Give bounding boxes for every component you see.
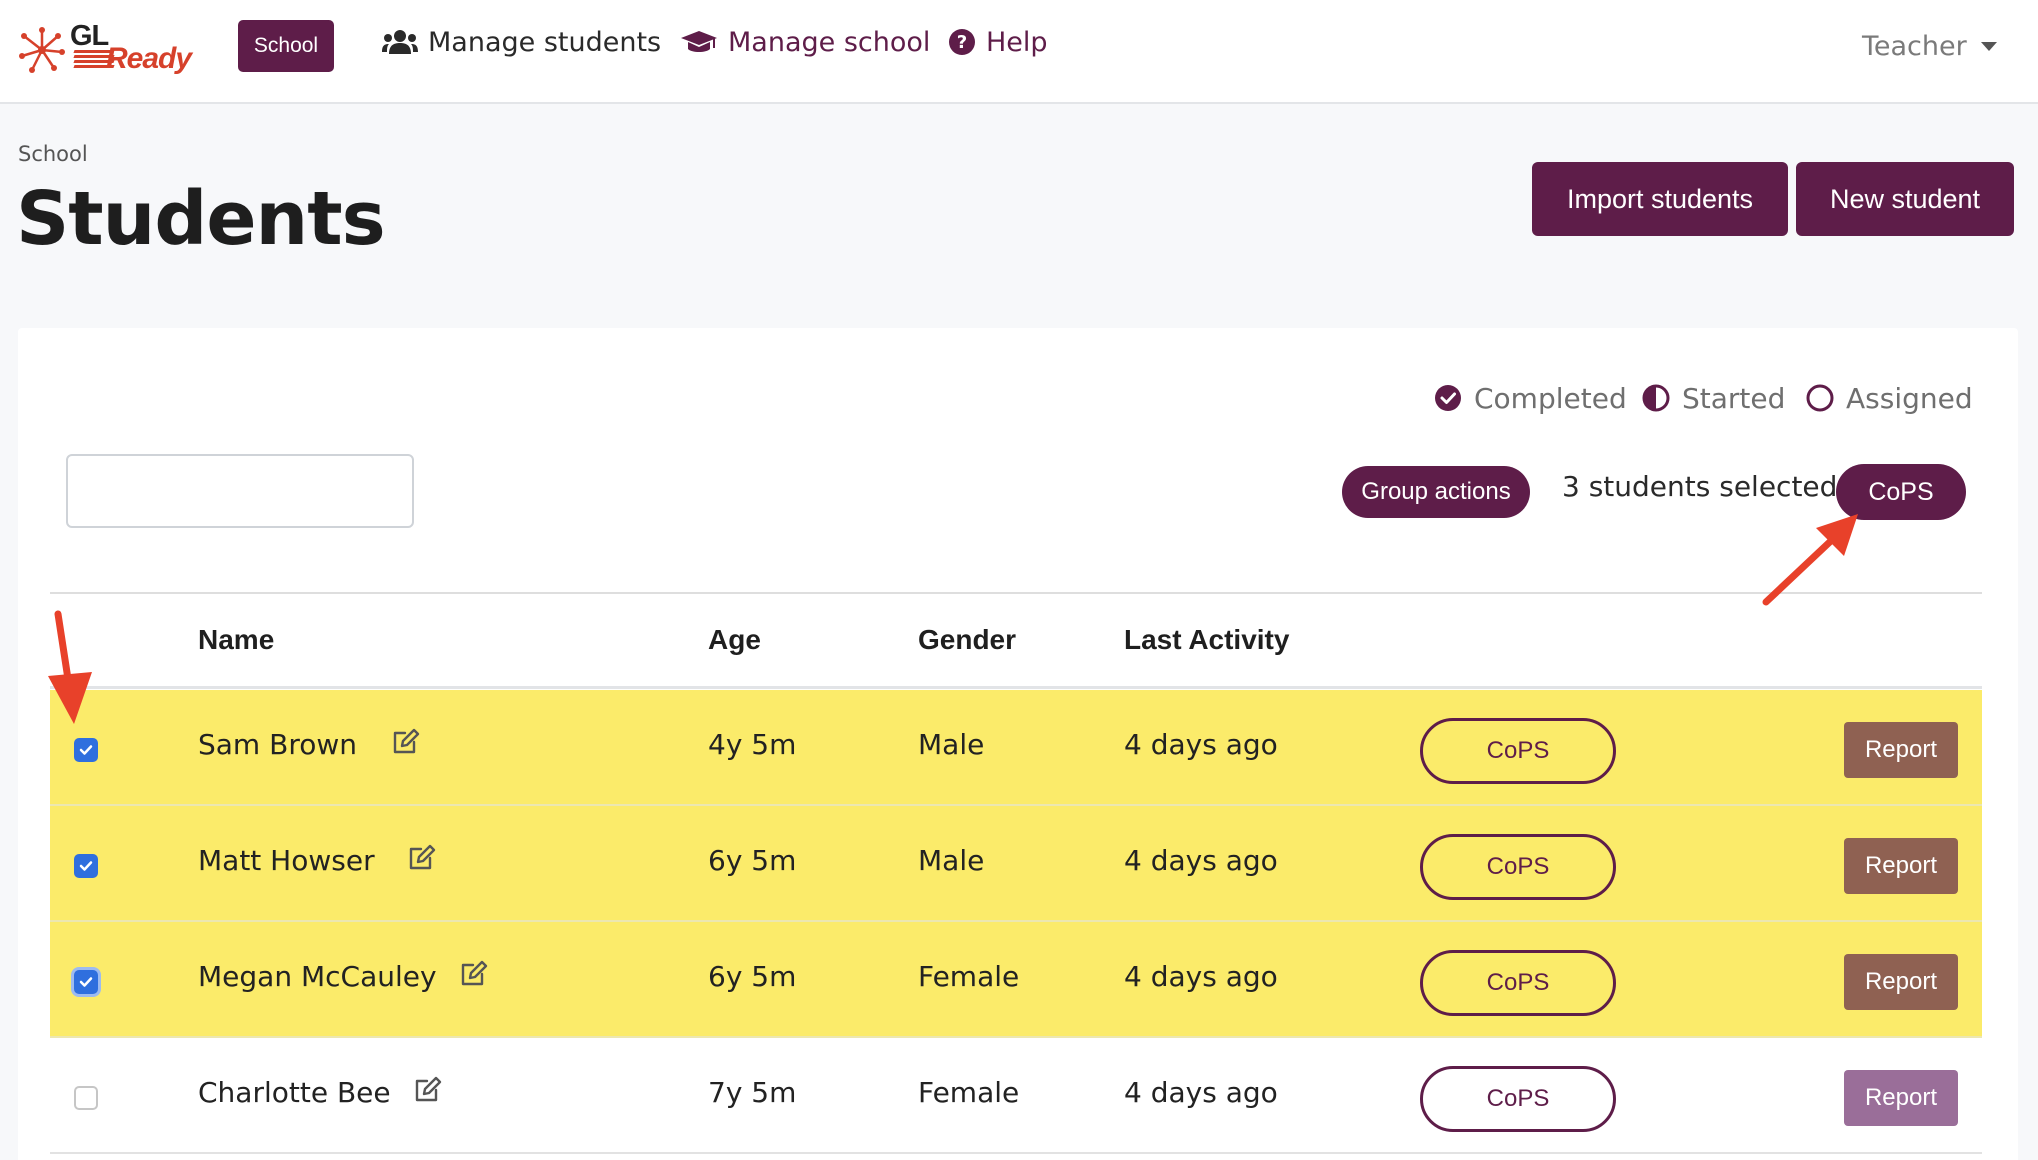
- breadcrumb[interactable]: School: [18, 142, 88, 166]
- chevron-down-icon: [1980, 41, 1997, 51]
- user-menu-dropdown[interactable]: Teacher: [1862, 26, 1997, 66]
- table-row: Sam Brown 4y 5m Male 4 days ago CoPS Rep…: [50, 690, 1982, 806]
- legend-started-label: Started: [1682, 381, 1786, 415]
- import-students-button[interactable]: Import students: [1532, 162, 1788, 236]
- group-actions-button[interactable]: Group actions: [1342, 466, 1530, 518]
- logo-ready-text: Ready: [106, 42, 192, 75]
- checkmark-icon: [79, 745, 93, 755]
- checkmark-icon: [79, 861, 93, 871]
- nav-manage-students[interactable]: Manage students: [382, 22, 661, 62]
- users-icon: [382, 30, 418, 54]
- student-gender: Female: [918, 960, 1020, 993]
- student-last-activity: 4 days ago: [1124, 1076, 1278, 1109]
- table-row: Charlotte Bee 7y 5m Female 4 days ago Co…: [50, 1038, 1982, 1154]
- row-divider: [50, 1152, 1982, 1154]
- report-button[interactable]: Report: [1844, 838, 1958, 894]
- legend-assigned-label: Assigned: [1846, 381, 1973, 415]
- nav-help[interactable]: ? Help: [948, 22, 1048, 62]
- column-header-last-activity[interactable]: Last Activity: [1124, 624, 1289, 656]
- row-checkbox[interactable]: [74, 970, 98, 994]
- column-header-age[interactable]: Age: [708, 624, 761, 656]
- question-circle-icon: ?: [949, 29, 975, 55]
- selected-count-text: 3 students selected: [1562, 470, 1838, 503]
- table-divider: [50, 592, 1982, 594]
- gl-ready-logo[interactable]: GL Ready: [18, 20, 198, 80]
- logo-gl-text: GL: [70, 20, 109, 52]
- row-checkbox[interactable]: [74, 1086, 98, 1110]
- annotation-arrow-icon: [48, 610, 92, 724]
- logo-burst-icon: [19, 27, 65, 73]
- legend-completed: Completed: [1434, 374, 1627, 422]
- edit-icon[interactable]: [458, 958, 490, 990]
- report-button[interactable]: Report: [1844, 722, 1958, 778]
- table-header-divider: [50, 686, 1982, 689]
- report-button[interactable]: Report: [1844, 1070, 1958, 1126]
- cops-assessment-button[interactable]: CoPS: [1420, 1066, 1616, 1132]
- edit-icon[interactable]: [390, 726, 422, 758]
- search-input[interactable]: [66, 454, 414, 528]
- table-row: Matt Howser 6y 5m Male 4 days ago CoPS R…: [50, 806, 1982, 922]
- nav-manage-students-label: Manage students: [428, 26, 662, 58]
- student-gender: Male: [918, 844, 985, 877]
- student-last-activity: 4 days ago: [1124, 728, 1278, 761]
- user-menu-label: Teacher: [1862, 30, 1967, 62]
- student-age: 4y 5m: [708, 728, 797, 761]
- student-age: 6y 5m: [708, 960, 797, 993]
- svg-text:?: ?: [957, 32, 967, 53]
- student-name[interactable]: Charlotte Bee: [198, 1076, 391, 1109]
- nav-manage-school[interactable]: Manage school: [680, 22, 930, 62]
- annotation-arrow-icon: [1762, 514, 1858, 606]
- top-navbar: GL Ready School Manage students Manage s…: [0, 0, 2038, 104]
- cops-assessment-button[interactable]: CoPS: [1420, 834, 1616, 900]
- student-gender: Female: [918, 1076, 1020, 1109]
- cops-assessment-button[interactable]: CoPS: [1420, 950, 1616, 1016]
- student-name[interactable]: Megan McCauley: [198, 960, 437, 993]
- legend-completed-label: Completed: [1474, 381, 1627, 415]
- nav-manage-school-label: Manage school: [728, 26, 931, 58]
- page-title: Students: [16, 176, 386, 262]
- edit-icon[interactable]: [406, 842, 438, 874]
- half-circle-icon: [1642, 384, 1670, 412]
- legend-started: Started: [1642, 374, 1785, 422]
- row-checkbox[interactable]: [74, 854, 98, 878]
- column-header-gender[interactable]: Gender: [918, 624, 1016, 656]
- student-age: 7y 5m: [708, 1076, 797, 1109]
- student-name[interactable]: Sam Brown: [198, 728, 357, 761]
- checkmark-icon: [79, 977, 93, 987]
- nav-help-label: Help: [986, 26, 1048, 58]
- report-button[interactable]: Report: [1844, 954, 1958, 1010]
- column-header-name[interactable]: Name: [198, 624, 274, 656]
- student-name[interactable]: Matt Howser: [198, 844, 375, 877]
- empty-circle-icon: [1806, 384, 1834, 412]
- new-student-button[interactable]: New student: [1796, 162, 2014, 236]
- edit-icon[interactable]: [412, 1074, 444, 1106]
- student-last-activity: 4 days ago: [1124, 844, 1278, 877]
- check-circle-icon: [1435, 385, 1461, 411]
- school-nav-button[interactable]: School: [238, 20, 334, 72]
- row-checkbox[interactable]: [74, 738, 98, 762]
- legend-assigned: Assigned: [1806, 374, 1973, 422]
- table-row: Megan McCauley 6y 5m Female 4 days ago C…: [50, 922, 1982, 1038]
- cops-assessment-button[interactable]: CoPS: [1420, 718, 1616, 784]
- student-gender: Male: [918, 728, 985, 761]
- student-last-activity: 4 days ago: [1124, 960, 1278, 993]
- graduation-cap-icon: [681, 31, 717, 52]
- student-age: 6y 5m: [708, 844, 797, 877]
